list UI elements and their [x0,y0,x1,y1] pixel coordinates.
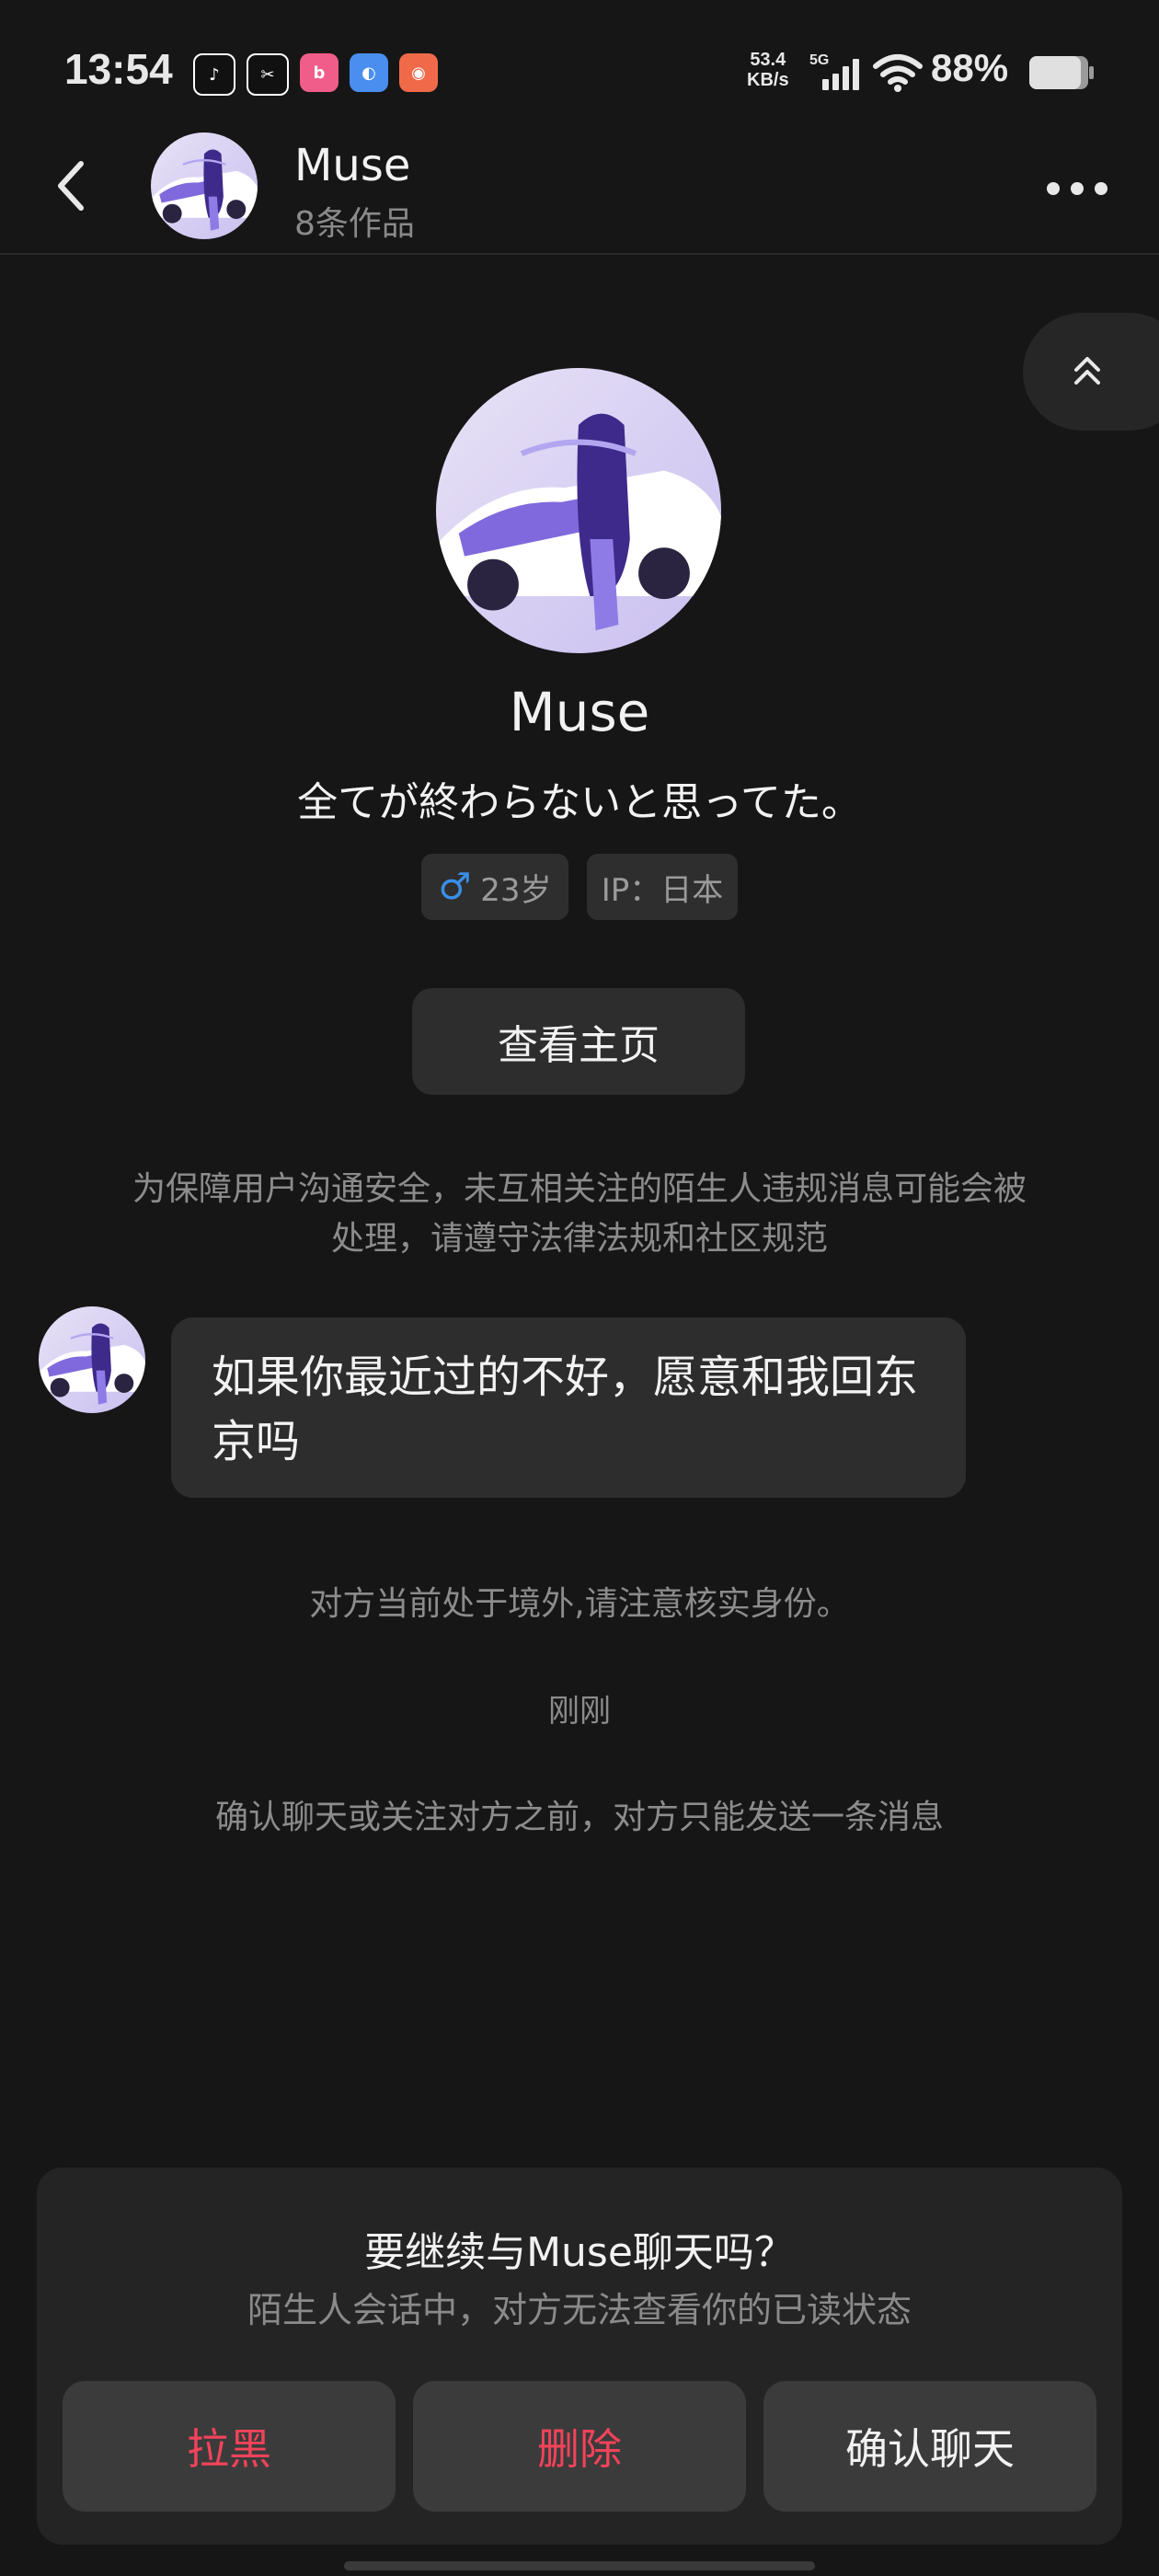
message-limit-notice: 确认聊天或关注对方之前，对方只能发送一条消息 [214,1799,944,1836]
sender-avatar[interactable] [39,1306,145,1413]
ip-location-tag: IP：日本 [587,854,738,920]
header-works-count: 8条作品 [294,205,415,243]
delete-button[interactable]: 删除 [413,2381,746,2512]
profile-avatar[interactable] [436,368,721,653]
wifi-icon [873,54,923,92]
network-speed: 53.4 KB/s [747,50,789,90]
network-speed-unit: KB/s [747,70,789,90]
view-homepage-button[interactable]: 查看主页 [412,988,745,1095]
battery-icon [1029,56,1094,89]
header-avatar[interactable] [151,132,258,239]
male-icon: ♂ [438,866,472,908]
network-speed-value: 53.4 [750,50,786,70]
status-app-icons: ♪ ✂ b ◐ ◉ [193,53,438,96]
safety-notice: 为保障用户沟通安全，未互相关注的陌生人违规消息可能会被处理，请遵守法律法规和社区… [132,1170,1027,1258]
battery-percent: 88% [931,46,1009,89]
capcut-icon: ✂ [247,53,289,96]
double-chevron-up-icon [1074,357,1100,385]
back-button[interactable] [53,158,90,213]
overseas-notice: 对方当前处于境外,请注意核实身份。 [309,1585,850,1623]
more-options-icon[interactable] [1045,180,1109,197]
scroll-to-top-button[interactable] [1023,313,1159,431]
status-time: 13:54 [64,45,173,93]
app-icon: ◉ [399,53,438,92]
panel-subtitle: 陌生人会话中，对方无法查看你的已读状态 [247,2290,912,2330]
tiktok-icon: ♪ [193,53,235,96]
confirm-chat-button[interactable]: 确认聊天 [763,2381,1096,2512]
block-button[interactable]: 拉黑 [63,2381,396,2512]
header-divider [0,253,1159,255]
age-tag: ♂ 23岁 [421,854,568,920]
profile-bio: 全てが終わらないと思ってた。 [297,779,862,826]
network-type: 5G [809,52,829,68]
home-indicator[interactable] [344,2561,815,2570]
panel-title: 要继续与Muse聊天吗？ [364,2229,795,2276]
cellular-signal-icon: 5G [809,52,859,90]
message-timestamp: 刚刚 [548,1693,611,1730]
age-tag-label: 23岁 [480,871,552,909]
profile-name: Muse [509,681,650,743]
header-username[interactable]: Muse [294,140,410,191]
message-bubble[interactable]: 如果你最近过的不好，愿意和我回东京吗 [171,1317,966,1498]
app-icon: ◐ [350,53,388,92]
bilibili-icon: b [300,53,339,92]
